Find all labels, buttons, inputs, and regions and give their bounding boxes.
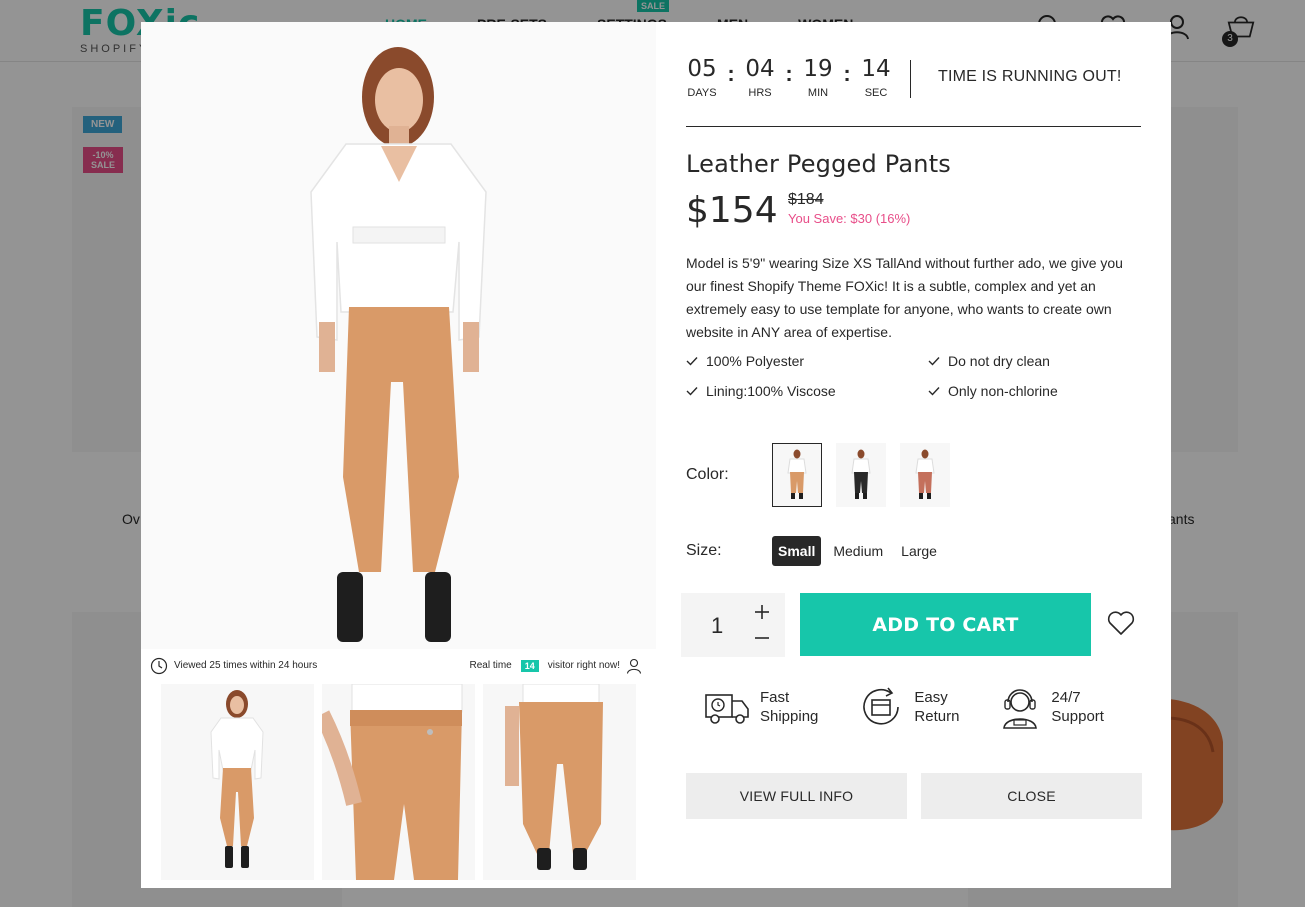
countdown-timer: 05 DAYS : 04 HRS : 19 MIN : 14 SEC [686, 56, 892, 99]
countdown-separator: : [843, 61, 851, 86]
feature-list: 100% Polyester Do not dry clean Lining:1… [686, 352, 1141, 400]
size-selector: Size: Small Medium Large [686, 536, 949, 566]
main-product-image[interactable] [141, 22, 656, 649]
perk-line1: Fast [760, 689, 790, 706]
thumbnail-image [322, 684, 463, 880]
color-swatch-rust[interactable] [900, 443, 950, 507]
countdown-value: 05 [687, 56, 717, 82]
model-photo [310, 47, 487, 642]
countdown-seconds: 14 SEC [860, 56, 892, 99]
perk-text: Easy Return [914, 688, 959, 726]
product-gallery: Viewed 25 times within 24 hours Real tim… [141, 22, 656, 888]
add-to-cart-button[interactable]: ADD TO CART [800, 593, 1091, 656]
color-selector: Color: [686, 442, 1141, 508]
perk-line2: Shipping [760, 708, 819, 725]
countdown-days: 05 DAYS [686, 56, 718, 99]
countdown-label: HRS [748, 87, 772, 99]
you-save: You Save: $30 (16%) [788, 211, 911, 226]
perks-list: Fast Shipping Easy Return 24/7 Support [704, 684, 1144, 730]
swatch-image [851, 449, 871, 499]
minus-icon[interactable] [753, 629, 771, 647]
countdown-value: 14 [861, 56, 891, 82]
divider [686, 126, 1141, 127]
check-icon [928, 387, 940, 396]
perk-easy-return: Easy Return [858, 684, 959, 730]
countdown-separator: : [727, 61, 735, 86]
swatch-pants [790, 472, 804, 493]
view-full-info-button[interactable]: VIEW FULL INFO [686, 773, 907, 819]
modal-actions: VIEW FULL INFO CLOSE [686, 773, 1142, 819]
feature-item: Lining:100% Viscose [686, 382, 928, 400]
perk-line1: Easy [914, 689, 948, 706]
close-button[interactable]: CLOSE [921, 773, 1142, 819]
size-option-large[interactable]: Large [895, 536, 943, 566]
thumbnail-back-view[interactable] [483, 684, 636, 880]
thumbnail-waist-detail[interactable] [322, 684, 475, 880]
support-agent-icon [1003, 689, 1038, 729]
product-price: $154 [686, 190, 778, 231]
truck-icon [705, 694, 749, 724]
swatch-pants [918, 472, 932, 493]
realtime-info: Real time 14 visitor right now! [469, 658, 642, 674]
product-title: Leather Pegged Pants [686, 150, 952, 178]
product-description: Model is 5'9" wearing Size XS TallAnd wi… [686, 255, 1123, 340]
thumbnail-image [210, 690, 264, 868]
check-icon [686, 387, 698, 396]
quantity-stepper: 1 [681, 593, 785, 657]
quantity-value[interactable]: 1 [711, 613, 723, 639]
perk-text: Fast Shipping [760, 688, 818, 726]
swatch-image [787, 449, 807, 499]
feature-text: 100% Polyester [706, 353, 805, 369]
viewed-info: Viewed 25 times within 24 hours [150, 657, 317, 675]
size-option-medium[interactable]: Medium [827, 536, 889, 566]
thumbnail-image [505, 684, 603, 870]
return-box-icon [863, 687, 900, 725]
countdown-label: MIN [807, 87, 829, 99]
color-swatch-tan[interactable] [772, 443, 822, 507]
quick-view-modal: Viewed 25 times within 24 hours Real tim… [141, 22, 1171, 888]
views-bar: Viewed 25 times within 24 hours Real tim… [141, 649, 656, 682]
old-price: $184 [788, 191, 824, 208]
color-label: Color: [686, 466, 729, 483]
thumbnail-strip [161, 684, 636, 880]
countdown-minutes: 19 MIN [802, 56, 834, 99]
color-swatch-black[interactable] [836, 443, 886, 507]
countdown-label: DAYS [687, 87, 717, 99]
feature-text: Only non-chlorine [948, 383, 1058, 399]
realtime-prefix: Real time [469, 660, 512, 671]
perk-line1: 24/7 [1051, 689, 1081, 706]
perk-line2: Return [914, 708, 960, 725]
swatch-image [915, 449, 935, 499]
countdown-value: 04 [745, 56, 775, 82]
perk-support: 24/7 Support [999, 684, 1104, 730]
countdown-value: 19 [803, 56, 833, 82]
perk-fast-shipping: Fast Shipping [704, 684, 818, 730]
viewed-text: Viewed 25 times within 24 hours [174, 660, 318, 671]
size-label: Size: [686, 542, 722, 559]
perk-line2: Support [1051, 708, 1104, 725]
clock-icon [150, 657, 168, 674]
thumbnail-full-look[interactable] [161, 684, 314, 880]
feature-text: Lining:100% Viscose [706, 383, 836, 399]
swatch-pants [854, 472, 868, 493]
realtime-suffix: visitor right now! [547, 660, 620, 671]
feature-item: Do not dry clean [928, 352, 1141, 370]
check-icon [686, 357, 698, 366]
countdown-hours: 04 HRS [744, 56, 776, 99]
plus-icon[interactable] [753, 603, 771, 621]
feature-item: Only non-chlorine [928, 382, 1141, 400]
countdown-separator: : [785, 61, 793, 86]
perk-text: 24/7 Support [1051, 688, 1104, 726]
realtime-count: 14 [520, 659, 539, 672]
size-option-small[interactable]: Small [772, 536, 822, 566]
visitor-icon [626, 658, 642, 674]
countdown-divider [910, 60, 911, 98]
wishlist-heart-icon[interactable] [1106, 608, 1136, 638]
feature-item: 100% Polyester [686, 352, 928, 370]
feature-text: Do not dry clean [948, 353, 1050, 369]
countdown-label: SEC [864, 87, 888, 99]
check-icon [928, 357, 940, 366]
countdown-note: TIME IS RUNNING OUT! [938, 68, 1122, 85]
